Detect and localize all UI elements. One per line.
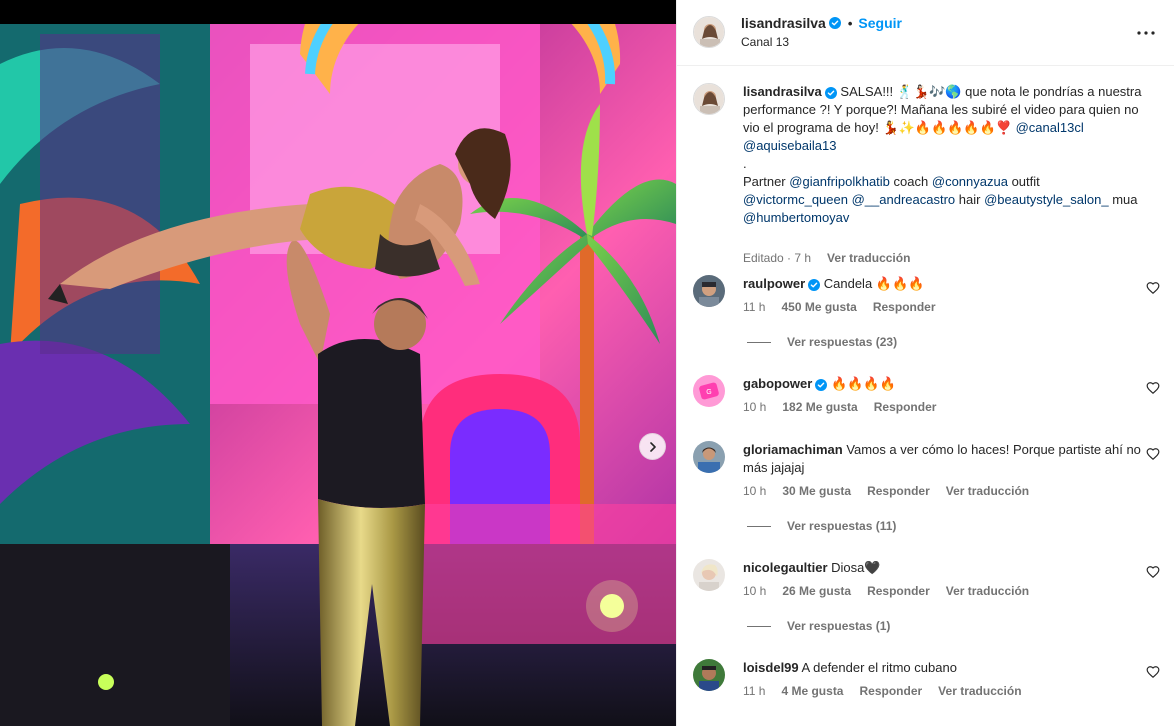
author-avatar[interactable]: [693, 16, 725, 48]
heart-outline-icon[interactable]: [1146, 381, 1160, 395]
view-replies-label: Ver respuestas (11): [787, 519, 897, 533]
mention-link[interactable]: @victormc_queen: [743, 192, 848, 207]
mention-link[interactable]: @gianfripolkhatib: [789, 174, 890, 189]
comment-likes[interactable]: 450 Me gusta: [781, 300, 856, 314]
commenter-avatar[interactable]: G: [693, 375, 725, 407]
instagram-post-view: lisandrasilva • Seguir Canal 13 lisandra…: [0, 0, 1174, 726]
mention-link[interactable]: @__andreacastro: [852, 192, 956, 207]
author-username-row: lisandrasilva • Seguir: [741, 15, 902, 31]
comment-text: loisdel99 A defender el ritmo cubano: [743, 659, 1143, 677]
verified-badge-icon: [808, 278, 821, 291]
comment-time: 11 h: [743, 300, 766, 314]
comment-likes[interactable]: 4 Me gusta: [781, 684, 843, 698]
reply-button[interactable]: Responder: [859, 684, 922, 698]
comment-likes[interactable]: 26 Me gusta: [782, 584, 851, 598]
post-photo: [0, 24, 676, 726]
more-horizontal-icon: [1137, 31, 1155, 35]
reply-button[interactable]: Responder: [867, 484, 930, 498]
comment-time: 10 h: [743, 400, 767, 414]
verified-badge-icon: [815, 378, 828, 391]
reply-button[interactable]: Responder: [873, 300, 936, 314]
more-options-button[interactable]: [1136, 23, 1156, 43]
comment-body: Diosa🖤: [831, 560, 881, 575]
follow-button[interactable]: Seguir: [858, 15, 902, 31]
post-sidebar: lisandrasilva • Seguir Canal 13 lisandra…: [676, 0, 1174, 726]
media-top-bar: [0, 0, 676, 24]
caption-label: hair: [958, 192, 981, 207]
view-replies-button[interactable]: Ver respuestas (1): [747, 619, 890, 633]
comment-body: Candela 🔥🔥🔥: [823, 276, 925, 291]
post-location[interactable]: Canal 13: [741, 35, 789, 49]
comment-meta: 11 h 4 Me gusta Responder Ver traducción: [743, 684, 1022, 698]
comment-text: gabopower 🔥🔥🔥🔥: [743, 375, 1143, 393]
caption-label: coach: [893, 174, 929, 189]
comment-time: 10 h: [743, 584, 767, 598]
comment-meta: 10 h 182 Me gusta Responder: [743, 400, 936, 414]
view-replies-button[interactable]: Ver respuestas (11): [747, 519, 896, 533]
mention-link[interactable]: @beautystyle_salon_: [984, 192, 1109, 207]
comment-likes[interactable]: 30 Me gusta: [782, 484, 851, 498]
caption-edited-time: Editado · 7 h: [743, 251, 812, 265]
caption-text: lisandrasilva SALSA!!! 🕺💃🏻🎶🌎 que nota le…: [743, 83, 1143, 227]
comment-time: 11 h: [743, 684, 766, 698]
comment-text: nicolegaultier Diosa🖤: [743, 559, 1143, 577]
comment-text: gloriamachiman Vamos a ver cómo lo haces…: [743, 441, 1143, 477]
verified-badge-icon: [824, 86, 837, 99]
view-replies-button[interactable]: Ver respuestas (23): [747, 335, 897, 349]
comment-meta: 10 h 26 Me gusta Responder Ver traducció…: [743, 584, 1029, 598]
commenter-avatar[interactable]: [693, 659, 725, 691]
chevron-right-icon: [649, 441, 656, 452]
reply-button[interactable]: Responder: [867, 584, 930, 598]
translate-button[interactable]: Ver traducción: [946, 484, 1029, 498]
view-replies-label: Ver respuestas (1): [787, 619, 891, 633]
commenter-username[interactable]: raulpower: [743, 276, 805, 291]
heart-outline-icon[interactable]: [1146, 565, 1160, 579]
commenter-username[interactable]: gloriamachiman: [743, 442, 843, 457]
caption-dot: .: [743, 156, 747, 171]
comment-time: 10 h: [743, 484, 767, 498]
comment-meta: 11 h 450 Me gusta Responder: [743, 300, 936, 314]
next-image-button[interactable]: [639, 433, 666, 460]
commenter-avatar[interactable]: [693, 559, 725, 591]
replies-dash: [747, 625, 771, 627]
separator-dot: •: [847, 15, 853, 31]
translate-button[interactable]: Ver traducción: [938, 684, 1021, 698]
verified-badge-icon: [828, 17, 841, 29]
caption-label: mua: [1112, 192, 1138, 207]
commenter-username[interactable]: gabopower: [743, 376, 812, 391]
caption-avatar[interactable]: [693, 83, 725, 115]
comment-meta: 10 h 30 Me gusta Responder Ver traducció…: [743, 484, 1029, 498]
mention-link[interactable]: @connyazua: [932, 174, 1008, 189]
view-replies-label: Ver respuestas (23): [787, 335, 898, 349]
heart-outline-icon[interactable]: [1146, 665, 1160, 679]
mention-link[interactable]: @humbertomoyav: [743, 210, 849, 225]
commenter-avatar[interactable]: [693, 441, 725, 473]
comment-text: raulpower Candela 🔥🔥🔥: [743, 275, 1143, 293]
translate-button[interactable]: Ver traducción: [827, 251, 910, 265]
commenter-avatar[interactable]: [693, 275, 725, 307]
comment-likes[interactable]: 182 Me gusta: [782, 400, 857, 414]
svg-text:G: G: [706, 389, 711, 396]
caption-label: Partner: [743, 174, 786, 189]
caption-label: outfit: [1011, 174, 1040, 189]
heart-outline-icon[interactable]: [1146, 447, 1160, 461]
replies-dash: [747, 525, 771, 527]
heart-outline-icon[interactable]: [1146, 281, 1160, 295]
post-header: lisandrasilva • Seguir Canal 13: [677, 0, 1174, 66]
caption-username[interactable]: lisandrasilva: [743, 84, 822, 99]
commenter-username[interactable]: nicolegaultier: [743, 560, 828, 575]
translate-button[interactable]: Ver traducción: [946, 584, 1029, 598]
author-username[interactable]: lisandrasilva: [741, 15, 826, 31]
reply-button[interactable]: Responder: [874, 400, 937, 414]
mention-link[interactable]: @canal13cl: [1016, 120, 1084, 135]
commenter-username[interactable]: loisdel99: [743, 660, 799, 675]
caption-meta: Editado · 7 h Ver traducción: [743, 251, 910, 265]
post-media[interactable]: [0, 0, 676, 726]
replies-dash: [747, 341, 771, 343]
comment-body: 🔥🔥🔥🔥: [830, 376, 896, 391]
mention-link[interactable]: @aquisebaila13: [743, 138, 836, 153]
comment-body: A defender el ritmo cubano: [801, 660, 957, 675]
